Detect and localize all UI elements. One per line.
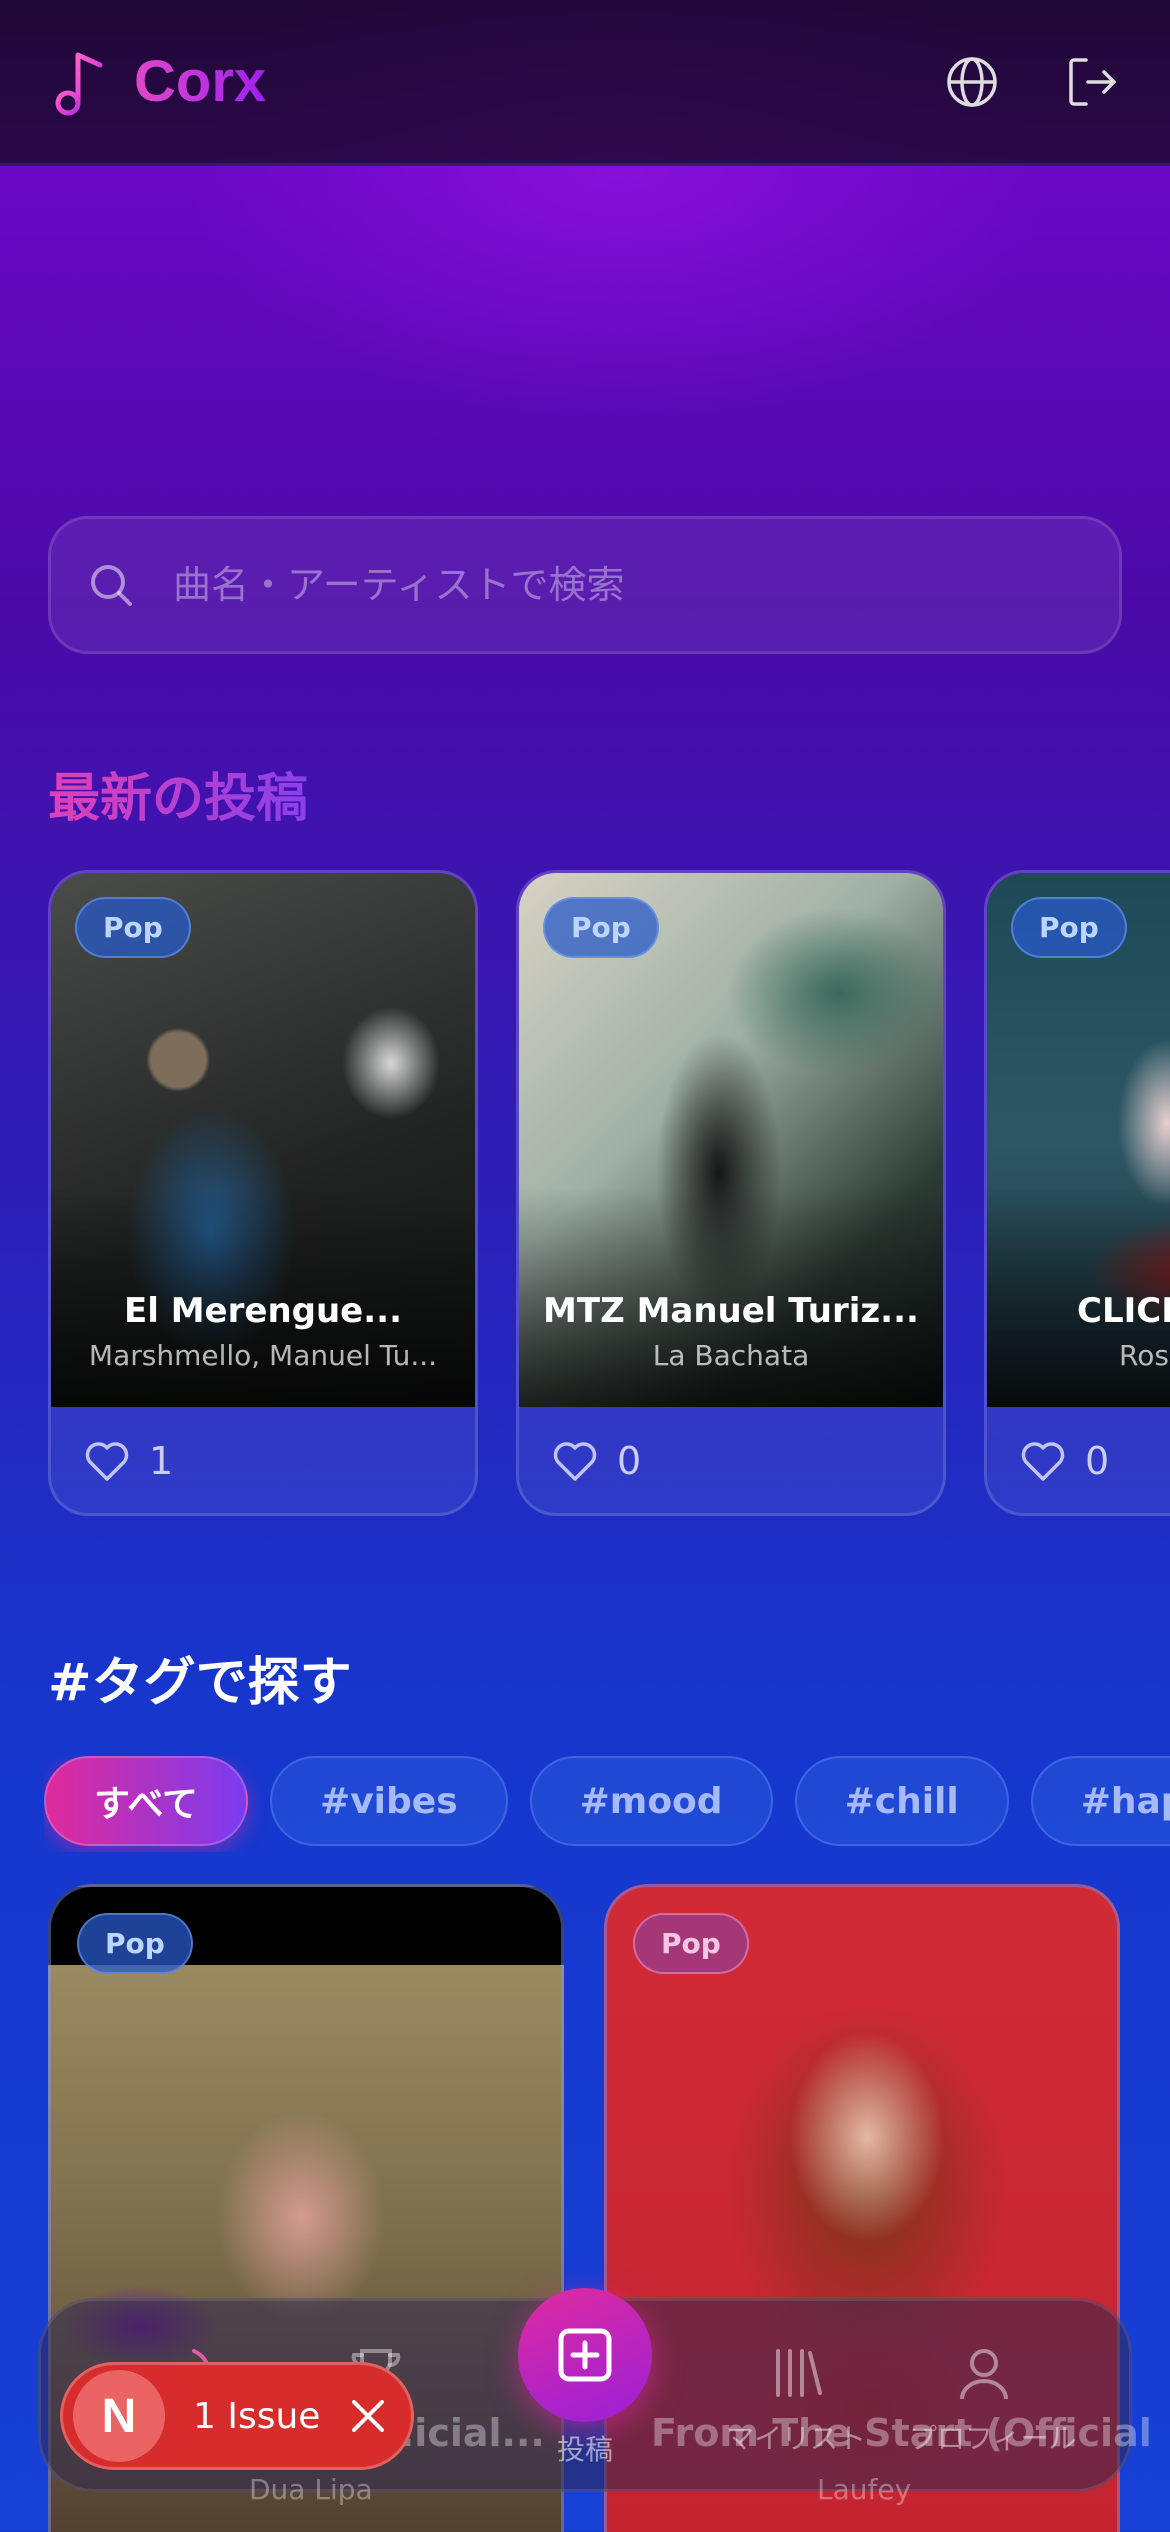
post-artist: Marshmello, Manuel Tu... [88,1339,438,1372]
latest-posts-heading: 最新の投稿 [48,756,308,831]
tag-chip-vibes[interactable]: #vibes [270,1756,508,1846]
logout-icon[interactable] [1064,54,1120,110]
plus-square-icon [558,2328,612,2382]
genre-badge: Pop [75,897,191,958]
post-artist: Rosé [1119,1339,1170,1372]
post-card[interactable]: Pop El Merengue... Marshmello, Manuel Tu… [48,870,478,1516]
grid-post-artist: Laufey [817,2473,912,2506]
latest-posts-carousel[interactable]: Pop El Merengue... Marshmello, Manuel Tu… [48,870,1170,1520]
tag-chip-all[interactable]: すべて [44,1756,249,1846]
tag-chip-happy[interactable]: #happy [1030,1756,1170,1846]
heart-icon[interactable] [83,1437,131,1485]
post-title: MTZ Manuel Turiz... [543,1291,919,1331]
like-count: 0 [1085,1439,1110,1483]
music-note-icon [55,52,103,115]
search-icon [91,565,132,606]
nav-mylist-label: マイリスト [725,2422,866,2455]
heart-icon[interactable] [551,1437,599,1485]
post-thumbnail: Pop CLICK Rosé [987,873,1170,1407]
tag-search-heading: #タグで探す [48,1653,352,1713]
tag-chip-chill[interactable]: #chill [794,1756,1009,1846]
genre-badge: Pop [1011,897,1127,958]
post-card[interactable]: Pop MTZ Manuel Turiz... La Bachata 0 [516,870,946,1516]
heart-icon[interactable] [1019,1437,1067,1485]
like-count: 1 [149,1439,174,1483]
globe-icon[interactable] [944,54,1000,110]
tag-chip-row[interactable]: すべて #vibes #mood #chill #happy [44,1756,1170,1852]
post-title: El Merengue... [124,1291,402,1331]
issue-toast[interactable]: N 1 Issue [60,2362,414,2470]
issue-avatar: N [73,2370,165,2462]
post-card[interactable]: Pop CLICK Rosé 0 [984,870,1170,1516]
library-icon [776,2349,822,2397]
nav-profile[interactable]: プロフィール [909,2341,1077,2457]
create-post-label: 投稿 [556,2433,613,2466]
app-logo-text[interactable]: Corx [134,48,266,115]
post-title: CLICK [1077,1291,1170,1331]
grid-post-artist: Dua Lipa [249,2473,373,2506]
close-icon[interactable] [346,2394,390,2438]
genre-badge: Pop [77,1913,193,1974]
nav-profile-label: プロフィール [909,2422,1077,2455]
post-thumbnail: Pop El Merengue... Marshmello, Manuel Tu… [51,873,475,1407]
tag-chip-mood[interactable]: #mood [529,1756,773,1846]
issue-count: 1 Issue [193,2395,321,2437]
post-artist: La Bachata [652,1339,810,1372]
nav-mylist[interactable]: マイリスト [721,2341,871,2457]
create-post-button[interactable] [518,2288,652,2422]
user-icon [960,2349,1008,2400]
search-input[interactable] [173,563,1073,607]
like-count: 0 [617,1439,642,1483]
search-bar[interactable] [48,516,1122,654]
genre-badge: Pop [633,1913,749,1974]
genre-badge: Pop [543,897,659,958]
app-header: Corx [0,0,1170,166]
post-thumbnail: Pop MTZ Manuel Turiz... La Bachata [519,873,943,1407]
